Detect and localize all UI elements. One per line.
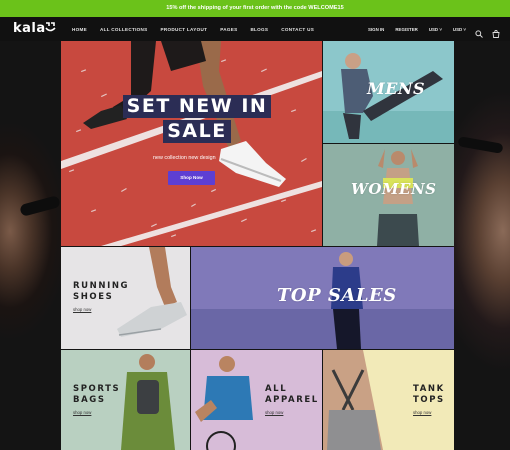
tank-title: TANK TOPS — [413, 384, 445, 406]
nav-blogs[interactable]: BLOGS — [250, 27, 268, 32]
currency-selector[interactable]: USD ˅ — [453, 27, 466, 32]
running-shop-link[interactable]: shop now — [73, 307, 91, 312]
bags-title-line2: BAGS — [73, 395, 106, 405]
announcement-bar: 15% off the shipping of your first order… — [0, 0, 510, 17]
nav-contact-us[interactable]: CONTACT US — [281, 27, 314, 32]
tile-all-apparel[interactable]: ALL APPAREL shop now — [191, 350, 322, 450]
tank-title-line2: TOPS — [413, 395, 445, 405]
nav-all-collections[interactable]: ALL COLLECTIONS — [100, 27, 148, 32]
chevron-down-icon: ˅ — [439, 26, 442, 32]
currency-value: USD — [452, 26, 463, 32]
language-selector[interactable]: USD ˅ — [429, 27, 442, 32]
bags-shop-link[interactable]: shop now — [73, 410, 91, 415]
hero-title: SET NEW IN SALE — [117, 95, 277, 145]
bags-title-line1: SPORTS — [73, 384, 121, 394]
page: 15% off the shipping of your first order… — [0, 0, 510, 450]
apparel-shop-link[interactable]: shop now — [265, 410, 283, 415]
register-link[interactable]: REGISTER — [395, 27, 417, 32]
tile-sports-bags[interactable]: SPORTS BAGS shop now — [61, 350, 190, 450]
language-value: USD — [428, 26, 439, 32]
cart-icon[interactable] — [492, 25, 500, 38]
tile-womens[interactable]: WOMENS — [323, 144, 454, 246]
hero-subtitle: new collection new design — [153, 155, 216, 161]
tank-title-line1: TANK — [413, 384, 445, 394]
womens-title: WOMENS — [351, 180, 437, 198]
mens-title: MENS — [367, 79, 426, 98]
site-header: kala HOME ALL COLLECTIONS PRODUCT LAYOUT… — [0, 17, 510, 41]
hero-title-line1: SET NEW IN — [122, 95, 272, 118]
sign-in-link[interactable]: SIGN IN — [368, 27, 384, 32]
nav-product-layout[interactable]: PRODUCT LAYOUT — [161, 27, 208, 32]
running-title: RUNNING SHOES — [73, 281, 129, 303]
chevron-down-icon: ˅ — [463, 26, 466, 32]
search-icon[interactable] — [475, 25, 483, 38]
top-sales-title: TOP SALES — [277, 285, 397, 306]
nav-home[interactable]: HOME — [72, 27, 87, 32]
logo[interactable]: kala — [13, 21, 46, 36]
bags-title: SPORTS BAGS — [73, 384, 120, 406]
tank-shop-link[interactable]: shop now — [413, 410, 431, 415]
background-athlete-left — [0, 41, 62, 450]
apparel-title-line1: ALL — [265, 384, 288, 394]
apparel-title-line2: APPAREL — [265, 395, 319, 405]
hero-title-line2: SALE — [163, 120, 231, 143]
shop-now-button[interactable]: Shop Now — [168, 171, 215, 185]
tile-running-shoes[interactable]: RUNNING SHOES shop now — [61, 247, 190, 349]
tile-mens[interactable]: MENS — [323, 41, 454, 143]
running-title-line2: SHOES — [73, 292, 114, 302]
hero-banner[interactable]: SET NEW IN SALE new collection new desig… — [61, 41, 322, 246]
logo-mark-icon — [45, 22, 56, 32]
header-actions: SIGN IN REGISTER USD ˅ USD ˅ — [357, 17, 500, 41]
background-athlete-right — [453, 41, 510, 450]
apparel-title: ALL APPAREL — [265, 384, 319, 406]
running-title-line1: RUNNING — [73, 281, 130, 291]
tile-top-sales[interactable]: TOP SALES — [191, 247, 454, 349]
tile-tank-tops[interactable]: TANK TOPS shop now — [323, 350, 454, 450]
nav-pages[interactable]: PAGES — [220, 27, 237, 32]
main-nav: HOME ALL COLLECTIONS PRODUCT LAYOUT PAGE… — [72, 17, 327, 41]
